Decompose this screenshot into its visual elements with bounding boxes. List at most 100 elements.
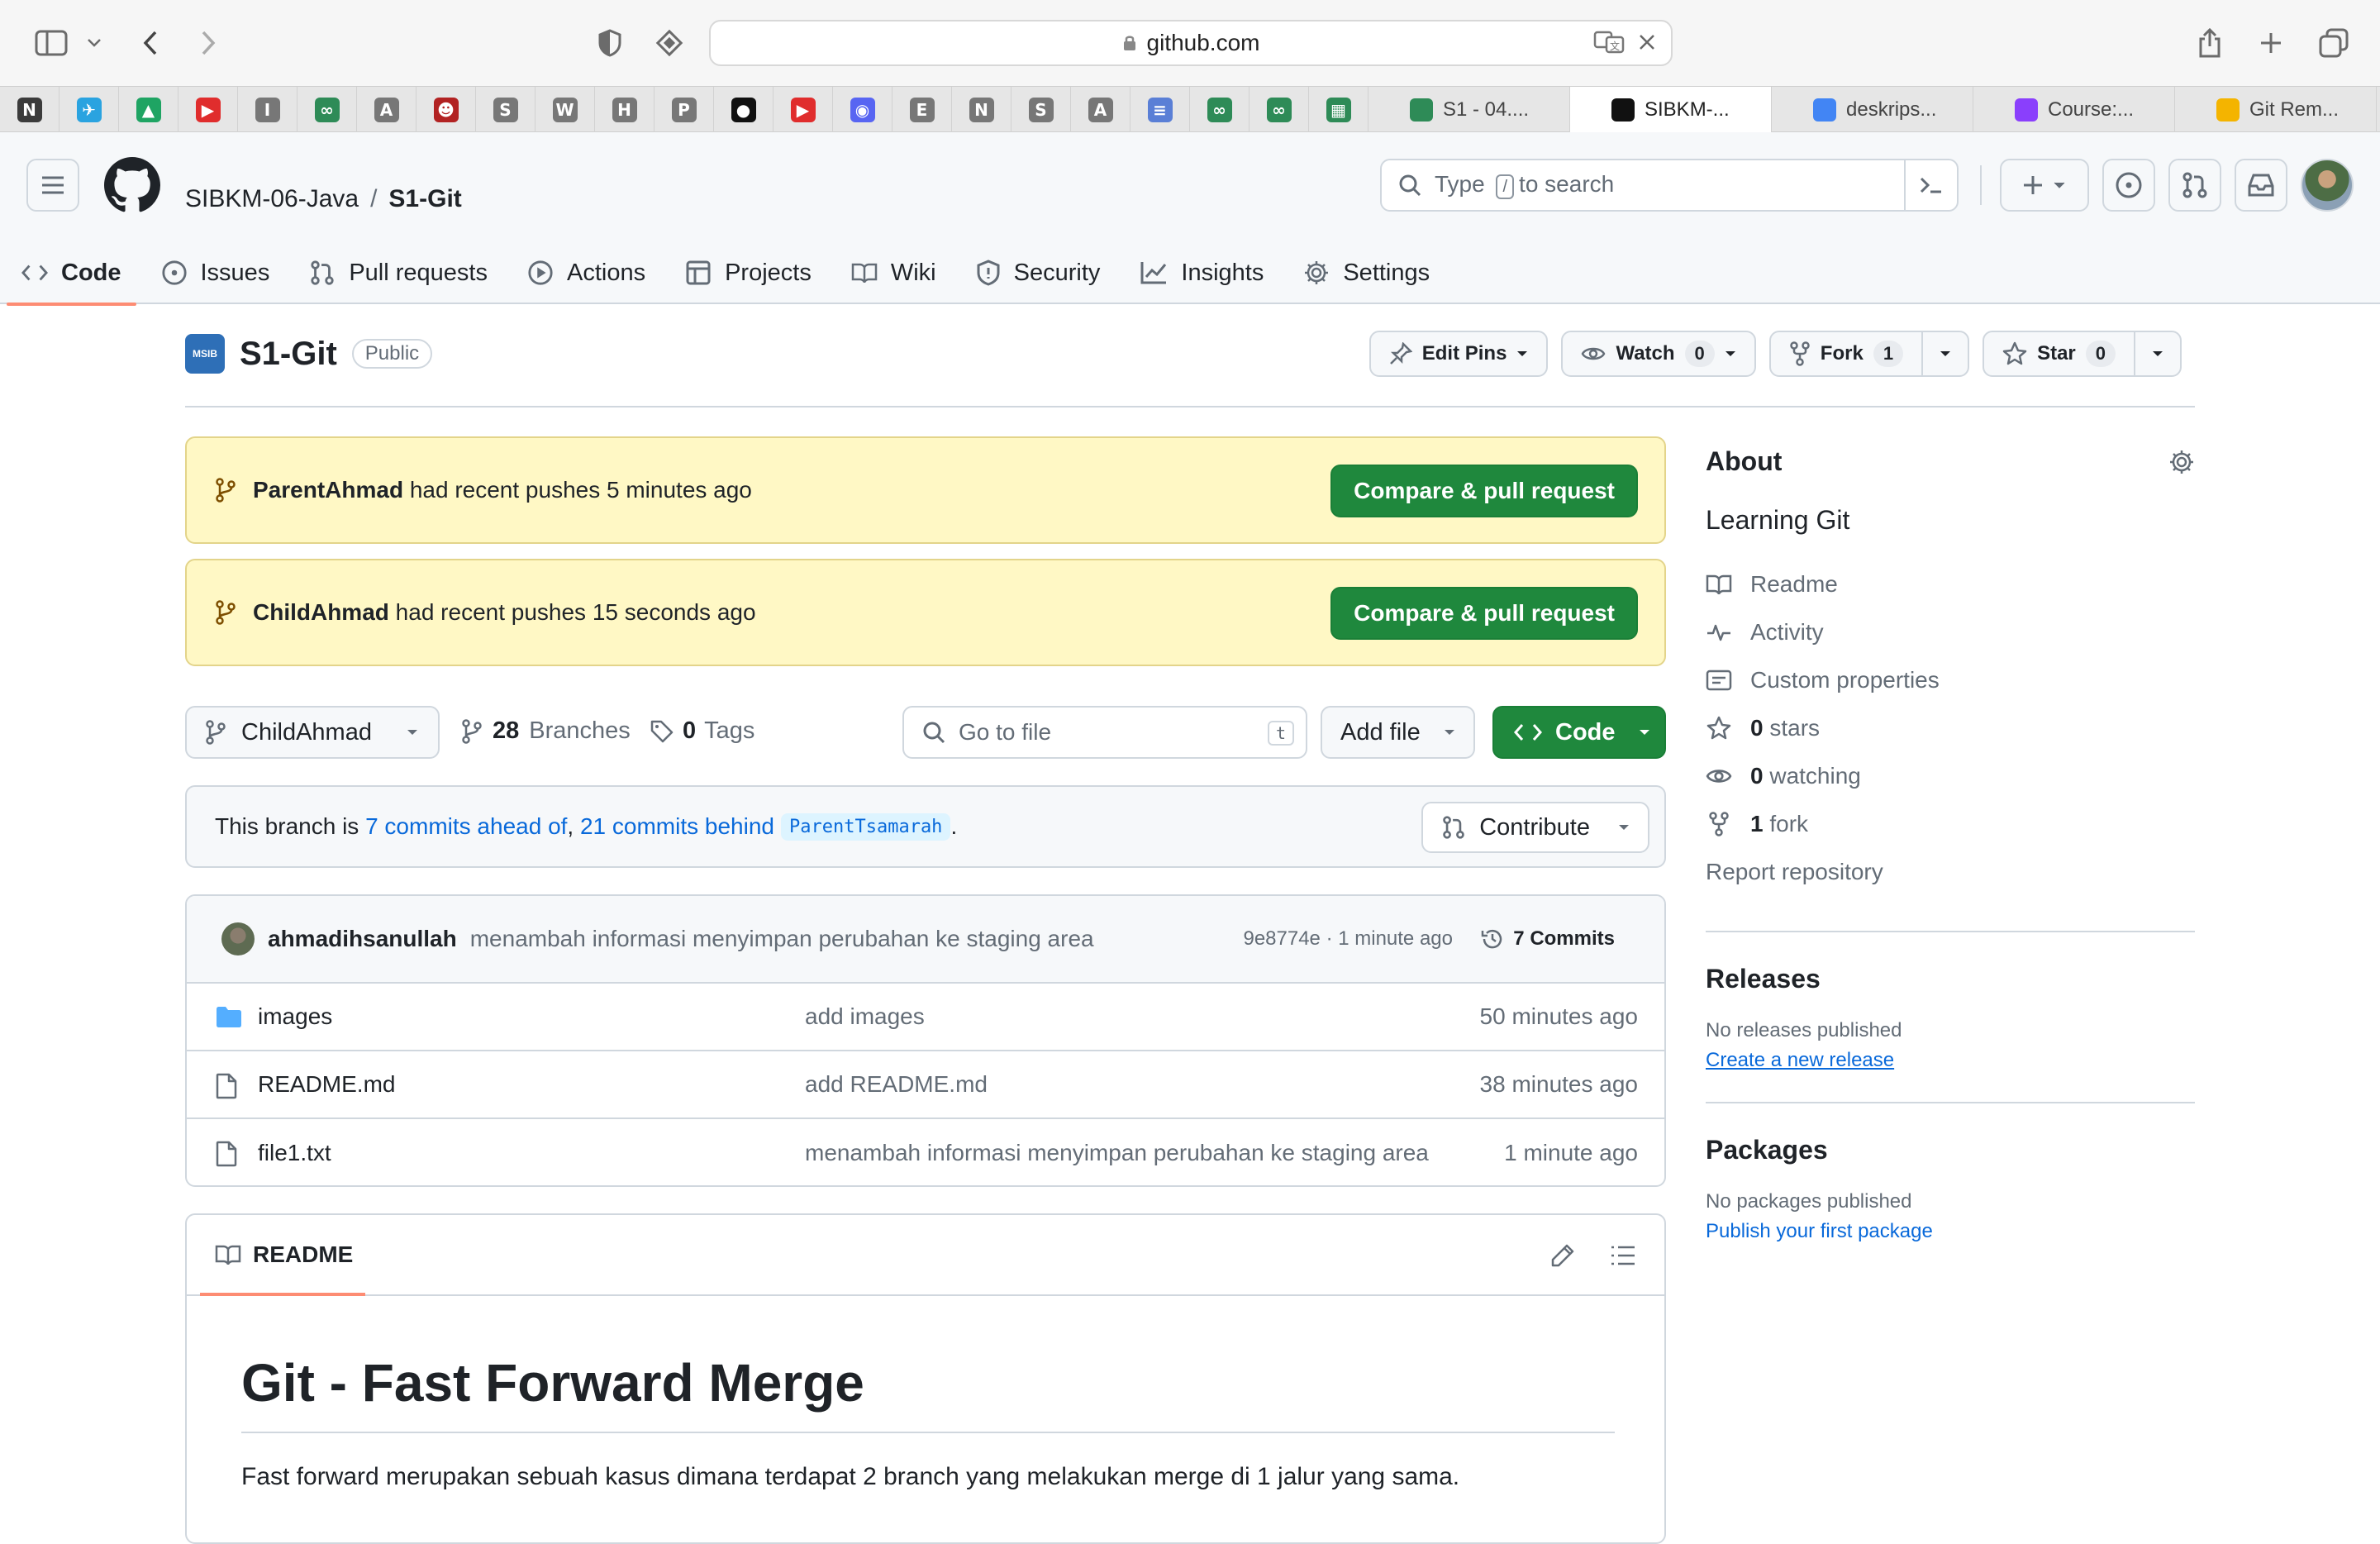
table-row[interactable]: file1.txt menambah informasi menyimpan pe… <box>187 1119 1664 1185</box>
breadcrumb-owner[interactable]: SIBKM-06-Java <box>185 185 359 213</box>
pinned-tab[interactable]: S <box>476 87 536 133</box>
extension-icon[interactable] <box>653 18 686 68</box>
commits-behind-link[interactable]: 21 commits behind <box>580 813 774 840</box>
browser-tab[interactable]: deskrips... <box>1772 87 1973 133</box>
publish-package-link[interactable]: Publish your first package <box>1706 1220 2195 1243</box>
file-name-link[interactable]: file1.txt <box>258 1140 331 1166</box>
pinned-tab[interactable]: ▶ <box>178 87 238 133</box>
file-commit-message[interactable]: add README.md <box>805 1071 988 1098</box>
breadcrumb-repo[interactable]: S1-Git <box>388 185 461 213</box>
tab-actions[interactable]: Actions <box>527 241 645 304</box>
file-name-link[interactable]: images <box>258 1003 332 1030</box>
tab-insights[interactable]: Insights <box>1140 241 1264 304</box>
custom-properties-link[interactable]: Custom properties <box>1706 656 2195 704</box>
translate-icon[interactable]: 文 <box>1593 30 1626 55</box>
tab-pull-requests[interactable]: Pull requests <box>309 241 488 304</box>
pinned-tab[interactable]: ▶ <box>774 87 833 133</box>
avatar[interactable] <box>221 922 255 955</box>
watching-link[interactable]: 0 watching <box>1706 752 2195 800</box>
create-new-button[interactable] <box>2000 159 2089 212</box>
tab-code[interactable]: Code <box>7 241 136 306</box>
tags-link[interactable]: 0 Tags <box>650 717 754 745</box>
activity-link[interactable]: Activity <box>1706 608 2195 656</box>
pinned-tab[interactable]: A <box>1071 87 1130 133</box>
privacy-shield-icon[interactable] <box>593 18 626 68</box>
browser-tab[interactable]: Git Rem... <box>2175 87 2377 133</box>
file-commit-message[interactable]: add images <box>805 1003 925 1030</box>
issues-button[interactable] <box>2102 159 2155 212</box>
sidebar-toggle-icon[interactable] <box>31 18 71 68</box>
pinned-tab[interactable]: N <box>0 87 60 133</box>
tab-projects[interactable]: Projects <box>685 241 812 304</box>
commit-message[interactable]: menambah informasi menyimpan perubahan k… <box>470 926 1094 952</box>
branches-link[interactable]: 28 Branches <box>461 717 631 745</box>
address-bar[interactable]: github.com 文 <box>709 20 1673 66</box>
fork-button[interactable]: Fork 1 <box>1768 331 1970 377</box>
inbox-button[interactable] <box>2235 159 2287 212</box>
pinned-tab[interactable]: ✈ <box>60 87 119 133</box>
go-to-file-input[interactable]: Go to file t <box>902 706 1307 759</box>
pinned-tab[interactable]: ☻ <box>416 87 476 133</box>
tab-security[interactable]: Security <box>976 241 1100 304</box>
pinned-tab[interactable]: E <box>892 87 952 133</box>
contribute-button[interactable]: Contribute <box>1421 802 1649 853</box>
share-icon[interactable] <box>2193 18 2226 68</box>
table-row[interactable]: README.md add README.md 38 minutes ago <box>187 1051 1664 1119</box>
tab-issues[interactable]: Issues <box>161 241 269 304</box>
pencil-icon[interactable] <box>1550 1243 1575 1268</box>
pinned-tab[interactable]: N <box>952 87 1011 133</box>
pinned-tab[interactable]: ◉ <box>833 87 892 133</box>
close-icon[interactable] <box>1638 33 1656 51</box>
commit-meta[interactable]: 9e8774e · 1 minute ago <box>1243 927 1453 951</box>
pinned-tab[interactable]: W <box>536 87 595 133</box>
outline-list-icon[interactable] <box>1610 1245 1636 1266</box>
pinned-tab[interactable]: ∞ <box>1190 87 1250 133</box>
code-button[interactable]: Code <box>1492 706 1666 759</box>
pull-requests-button[interactable] <box>2168 159 2221 212</box>
avatar[interactable] <box>2301 159 2354 212</box>
pinned-tab[interactable]: ≡ <box>1130 87 1190 133</box>
pinned-tab[interactable]: P <box>654 87 714 133</box>
pinned-tab[interactable]: ∞ <box>1250 87 1309 133</box>
edit-pins-button[interactable]: Edit Pins <box>1368 331 1549 377</box>
base-branch-chip[interactable]: ParentTsamarah <box>781 813 951 841</box>
releases-heading[interactable]: Releases <box>1706 964 2195 994</box>
new-tab-icon[interactable] <box>2254 18 2287 68</box>
compare-pull-request-button[interactable]: Compare & pull request <box>1330 465 1638 517</box>
watch-button[interactable]: Watch 0 <box>1561 331 1756 377</box>
pinned-tab[interactable]: ∞ <box>298 87 357 133</box>
command-palette-button[interactable] <box>1904 160 1957 210</box>
star-dropdown[interactable] <box>2134 332 2180 375</box>
gear-icon[interactable] <box>2168 449 2195 475</box>
menu-button[interactable] <box>26 159 79 212</box>
commits-history-link[interactable]: 7 Commits <box>1480 927 1615 951</box>
pinned-tab[interactable]: ● <box>714 87 774 133</box>
github-logo-icon[interactable] <box>104 157 160 219</box>
forks-link[interactable]: 1 fork <box>1706 800 2195 848</box>
compare-pull-request-button[interactable]: Compare & pull request <box>1330 587 1638 640</box>
browser-tab[interactable]: S1 - 04.... <box>1368 87 1570 133</box>
file-name-link[interactable]: README.md <box>258 1071 395 1098</box>
report-repository-link[interactable]: Report repository <box>1706 848 2195 896</box>
pinned-tab[interactable]: A <box>357 87 416 133</box>
browser-tab[interactable]: SIBKM-... <box>1570 87 1772 133</box>
forward-icon[interactable] <box>192 18 225 68</box>
commit-author[interactable]: ahmadihsanullah <box>268 926 457 952</box>
add-file-button[interactable]: Add file <box>1321 706 1475 759</box>
pinned-tab[interactable]: ▲ <box>119 87 178 133</box>
tab-settings[interactable]: Settings <box>1303 241 1430 304</box>
fork-dropdown[interactable] <box>1921 332 1968 375</box>
stars-link[interactable]: 0 stars <box>1706 704 2195 752</box>
pinned-tab[interactable]: S <box>1011 87 1071 133</box>
branch-select-button[interactable]: ChildAhmad <box>185 706 440 759</box>
commits-ahead-link[interactable]: 7 commits ahead of <box>365 813 567 840</box>
pinned-tab[interactable]: I <box>238 87 298 133</box>
pinned-tab[interactable]: H <box>595 87 654 133</box>
readme-tab[interactable]: README <box>187 1215 1664 1296</box>
readme-link[interactable]: Readme <box>1706 560 2195 608</box>
create-release-link[interactable]: Create a new release <box>1706 1049 2195 1072</box>
tab-wiki[interactable]: Wiki <box>851 241 936 304</box>
packages-heading[interactable]: Packages <box>1706 1135 2195 1165</box>
repo-name[interactable]: S1-Git <box>240 336 337 373</box>
table-row[interactable]: images add images 50 minutes ago <box>187 984 1664 1051</box>
